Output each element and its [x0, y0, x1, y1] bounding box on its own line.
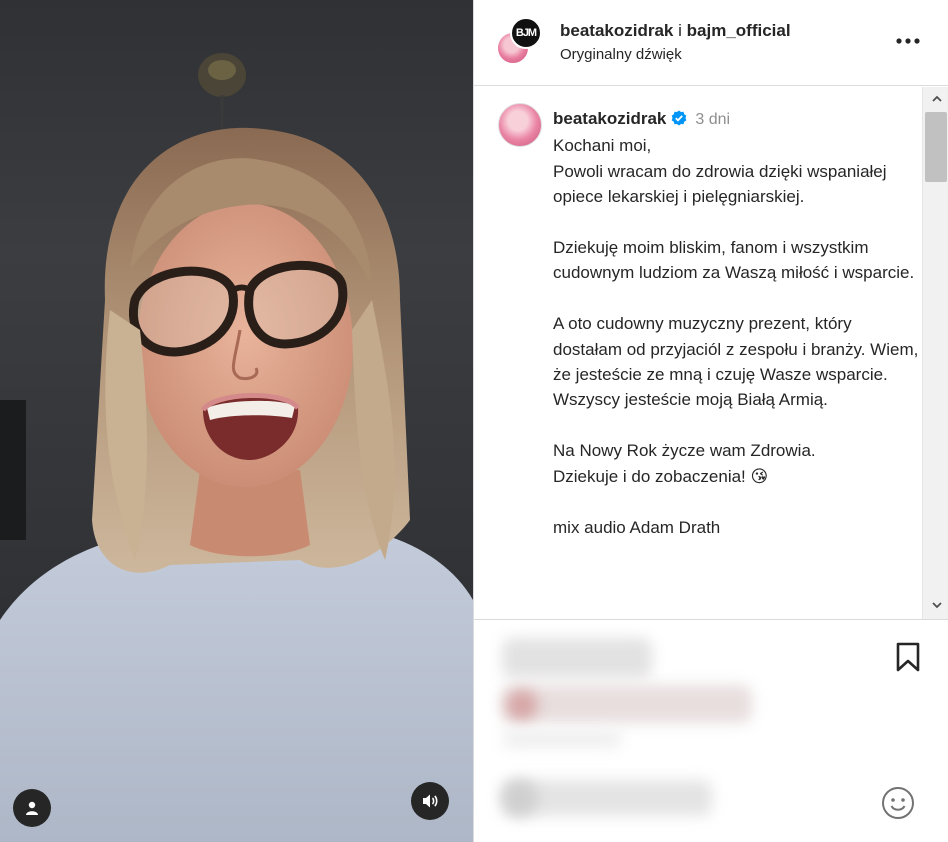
- author-link-beatakozidrak[interactable]: beatakozidrak: [560, 21, 673, 40]
- instagram-post-window: BJM beatakozidrak i bajm_official Orygin…: [0, 0, 948, 842]
- video-frame: [0, 53, 473, 842]
- more-horizontal-icon: [896, 38, 920, 44]
- post-actions-area: [474, 619, 948, 842]
- caption-text: Kochani moi, Powoli wracam do zdrowia dz…: [553, 136, 919, 537]
- more-options-button[interactable]: [896, 27, 920, 47]
- blurred-like-avatar: [506, 690, 538, 720]
- caption-username[interactable]: beatakozidrak: [553, 109, 666, 128]
- authors-separator: i: [678, 21, 682, 40]
- post-details-panel: BJM beatakozidrak i bajm_official Orygin…: [473, 0, 948, 842]
- blurred-commenter-avatar: [502, 780, 538, 816]
- smiley-icon[interactable]: [881, 786, 915, 820]
- blurred-date: [502, 730, 622, 748]
- collab-avatars[interactable]: BJM: [496, 17, 544, 67]
- blurred-likes-row: [502, 685, 752, 723]
- caption-avatar[interactable]: [498, 103, 542, 147]
- post-authors: beatakozidrak i bajm_official: [560, 21, 791, 41]
- speaker-icon: [423, 794, 438, 808]
- caption-scrollbar[interactable]: [922, 87, 948, 619]
- post-header: BJM beatakozidrak i bajm_official Orygin…: [474, 0, 948, 86]
- scrollbar-thumb[interactable]: [925, 112, 947, 182]
- audio-link[interactable]: Oryginalny dźwięk: [560, 46, 682, 63]
- tagged-users-button[interactable]: [13, 789, 51, 827]
- avatar-bajm-official[interactable]: BJM: [510, 17, 542, 49]
- caption-area: beatakozidrak 3 dni Kochani moi, Powoli w…: [474, 87, 948, 619]
- caption-timestamp[interactable]: 3 dni: [695, 111, 730, 128]
- user-tag-icon: [26, 801, 38, 815]
- scroll-down-arrow-icon[interactable]: [932, 600, 942, 610]
- caption-body: beatakozidrak 3 dni Kochani moi, Powoli w…: [553, 106, 925, 540]
- bajm-logo-text: BJM: [515, 27, 537, 39]
- blurred-action-icons: [502, 638, 652, 678]
- author-link-bajm-official[interactable]: bajm_official: [687, 21, 791, 40]
- verified-badge-icon: [671, 108, 687, 133]
- sound-toggle-button[interactable]: [411, 782, 449, 820]
- bookmark-icon[interactable]: [895, 642, 921, 672]
- scroll-up-arrow-icon[interactable]: [932, 94, 942, 104]
- video-player[interactable]: [0, 0, 473, 842]
- caption-meta: beatakozidrak 3 dni: [553, 106, 925, 133]
